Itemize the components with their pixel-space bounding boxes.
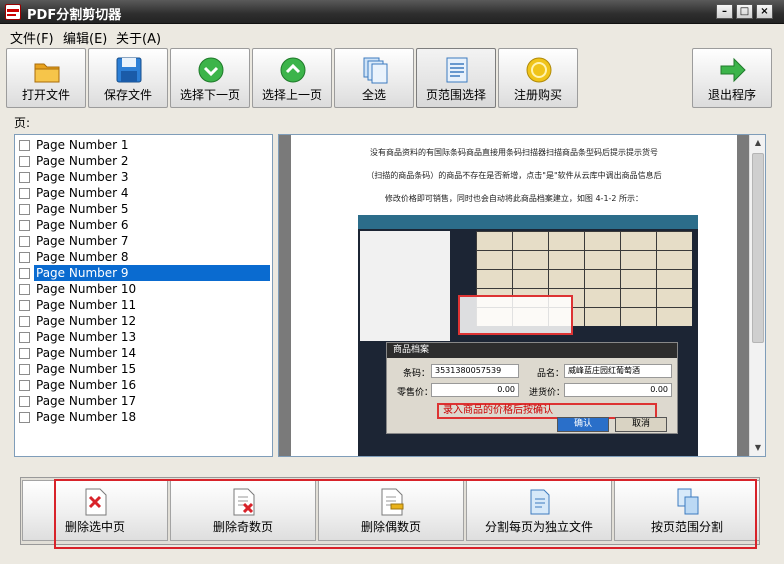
menu-bar: 文件(F) 编辑(E) 关于(A) (0, 24, 784, 47)
list-item[interactable]: Page Number 6 (17, 217, 272, 233)
preview-scrollbar[interactable]: ▲ ▼ (749, 135, 765, 456)
page-checkbox[interactable] (19, 316, 30, 327)
page-checkbox[interactable] (19, 348, 30, 359)
open-folder-icon (34, 63, 60, 83)
preview-text-line: （扫描的商品条码）的商品不存在是否新增，点击"是"软件从云库中调出商品信息后 (366, 171, 662, 180)
list-item-selected[interactable]: Page Number 9 (17, 265, 272, 281)
list-item[interactable]: Page Number 3 (17, 169, 272, 185)
next-page-button[interactable]: 选择下一页 (170, 48, 250, 108)
page-checkbox[interactable] (19, 364, 30, 375)
page-range-icon (446, 57, 468, 83)
select-all-icon (363, 57, 388, 84)
preview-page: 没有商品资料的有国际条码商品直接用条码扫描器扫描商品条型码后提示提示货号 （扫描… (291, 135, 737, 456)
page-checkbox[interactable] (19, 396, 30, 407)
list-item[interactable]: Page Number 12 (17, 313, 272, 329)
scroll-up-icon[interactable]: ▲ (750, 135, 765, 151)
page-preview[interactable]: 没有商品资料的有国际条码商品直接用条码扫描器扫描商品条型码后提示提示货号 （扫描… (278, 134, 766, 457)
preview-text-line: 修改价格即可销售，同时也会自动将此商品档案建立，如图 4-1-2 所示： (384, 194, 644, 203)
page-checkbox[interactable] (19, 220, 30, 231)
save-file-button[interactable]: 保存文件 (88, 48, 168, 108)
minimize-button[interactable]: – (716, 4, 733, 19)
list-item[interactable]: Page Number 7 (17, 233, 272, 249)
exit-arrow-icon (720, 57, 746, 83)
page-checkbox[interactable] (19, 284, 30, 295)
page-range-select-button[interactable]: 页范围选择 (416, 48, 496, 108)
list-item[interactable]: Page Number 1 (17, 137, 272, 153)
menu-file[interactable]: 文件(F) (10, 28, 54, 47)
page-checkbox[interactable] (19, 412, 30, 423)
list-item[interactable]: Page Number 16 (17, 377, 272, 393)
list-item[interactable]: Page Number 5 (17, 201, 272, 217)
list-item[interactable]: Page Number 8 (17, 249, 272, 265)
coin-icon (526, 57, 552, 83)
close-button[interactable]: × (756, 4, 773, 19)
page-checkbox[interactable] (19, 300, 30, 311)
scroll-thumb[interactable] (752, 153, 764, 343)
register-buy-button[interactable]: 注册购买 (498, 48, 578, 108)
page-checkbox[interactable] (19, 268, 30, 279)
list-item[interactable]: Page Number 15 (17, 361, 272, 377)
scroll-down-icon[interactable]: ▼ (750, 440, 765, 456)
app-icon (5, 4, 21, 20)
page-checkbox[interactable] (19, 252, 30, 263)
page-checkbox[interactable] (19, 188, 30, 199)
select-all-button[interactable]: 全选 (334, 48, 414, 108)
maximize-button[interactable]: □ (736, 4, 753, 19)
toolbar: 打开文件 保存文件 选择下一页 选择上一页 全选 页范围选择 注册购买 退出程序 (0, 46, 784, 110)
preview-dialog: 商品档案 条码： 3531380057539 品名： 威峰蓝庄园红葡萄酒 零售价… (386, 342, 678, 434)
page-checkbox[interactable] (19, 172, 30, 183)
list-item[interactable]: Page Number 14 (17, 345, 272, 361)
preview-screenshot-image: 商品档案 条码： 3531380057539 品名： 威峰蓝庄园红葡萄酒 零售价… (358, 215, 698, 456)
page-checkbox[interactable] (19, 156, 30, 167)
list-item[interactable]: Page Number 4 (17, 185, 272, 201)
list-item[interactable]: Page Number 11 (17, 297, 272, 313)
preview-text-line: 没有商品资料的有国际条码商品直接用条码扫描器扫描商品条型码后提示提示货号 (370, 148, 658, 157)
page-checkbox[interactable] (19, 332, 30, 343)
list-item[interactable]: Page Number 10 (17, 281, 272, 297)
page-checkbox[interactable] (19, 140, 30, 151)
down-arrow-icon (198, 57, 224, 83)
page-checkbox[interactable] (19, 236, 30, 247)
up-arrow-icon (280, 57, 306, 83)
prev-page-button[interactable]: 选择上一页 (252, 48, 332, 108)
exit-button[interactable]: 退出程序 (692, 48, 772, 108)
page-checkbox[interactable] (19, 380, 30, 391)
menu-about[interactable]: 关于(A) (116, 28, 161, 47)
highlight-outline (54, 479, 757, 549)
page-list[interactable]: Page Number 1 Page Number 2 Page Number … (14, 134, 273, 457)
title-bar: PDF分割剪切器 – □ × (0, 0, 784, 24)
list-item[interactable]: Page Number 18 (17, 409, 272, 425)
menu-edit[interactable]: 编辑(E) (63, 28, 107, 47)
open-file-button[interactable]: 打开文件 (6, 48, 86, 108)
save-disk-icon (116, 57, 142, 83)
window-title: PDF分割剪切器 (27, 8, 122, 23)
pages-label: 页: (14, 116, 31, 130)
list-item[interactable]: Page Number 2 (17, 153, 272, 169)
page-checkbox[interactable] (19, 204, 30, 215)
list-item[interactable]: Page Number 13 (17, 329, 272, 345)
list-item[interactable]: Page Number 17 (17, 393, 272, 409)
